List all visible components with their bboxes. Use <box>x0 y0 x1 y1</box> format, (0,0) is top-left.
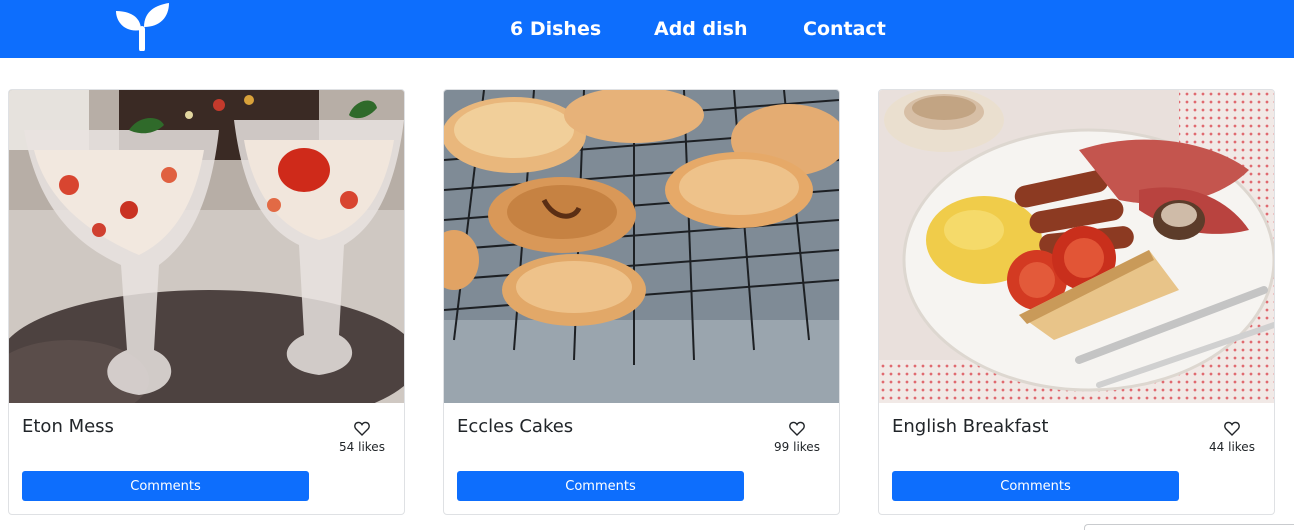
like-box: 44 likes <box>1202 421 1262 454</box>
dish-title: Eccles Cakes <box>457 416 574 437</box>
dish-image-eton-mess <box>9 90 404 403</box>
heart-outline-icon[interactable] <box>789 421 805 436</box>
comments-button[interactable]: Comments <box>892 471 1179 501</box>
sprout-icon[interactable] <box>114 3 170 51</box>
likes-count: 99 likes <box>774 440 820 454</box>
navbar: 6 Dishes Add dish Contact <box>0 0 1294 58</box>
like-box: 54 likes <box>332 421 392 454</box>
dish-image-eccles-cakes <box>444 90 839 403</box>
dish-title: English Breakfast <box>892 416 1049 437</box>
likes-count: 54 likes <box>339 440 385 454</box>
likes-count: 44 likes <box>1209 440 1255 454</box>
dish-card: Eccles Cakes 99 likes Comments <box>443 89 840 515</box>
dish-image-english-breakfast <box>879 90 1274 403</box>
dish-card: Eton Mess 54 likes Comments <box>8 89 405 515</box>
next-card-edge <box>1084 524 1294 530</box>
heart-outline-icon[interactable] <box>354 421 370 436</box>
like-box: 99 likes <box>767 421 827 454</box>
dish-title: Eton Mess <box>22 416 114 437</box>
nav-link-contact[interactable]: Contact <box>803 0 886 58</box>
comments-button[interactable]: Comments <box>22 471 309 501</box>
heart-outline-icon[interactable] <box>1224 421 1240 436</box>
comments-button[interactable]: Comments <box>457 471 744 501</box>
dish-card: English Breakfast 44 likes Comments <box>878 89 1275 515</box>
nav-link-add-dish[interactable]: Add dish <box>654 0 747 58</box>
nav-link-dishes[interactable]: 6 Dishes <box>510 0 601 58</box>
